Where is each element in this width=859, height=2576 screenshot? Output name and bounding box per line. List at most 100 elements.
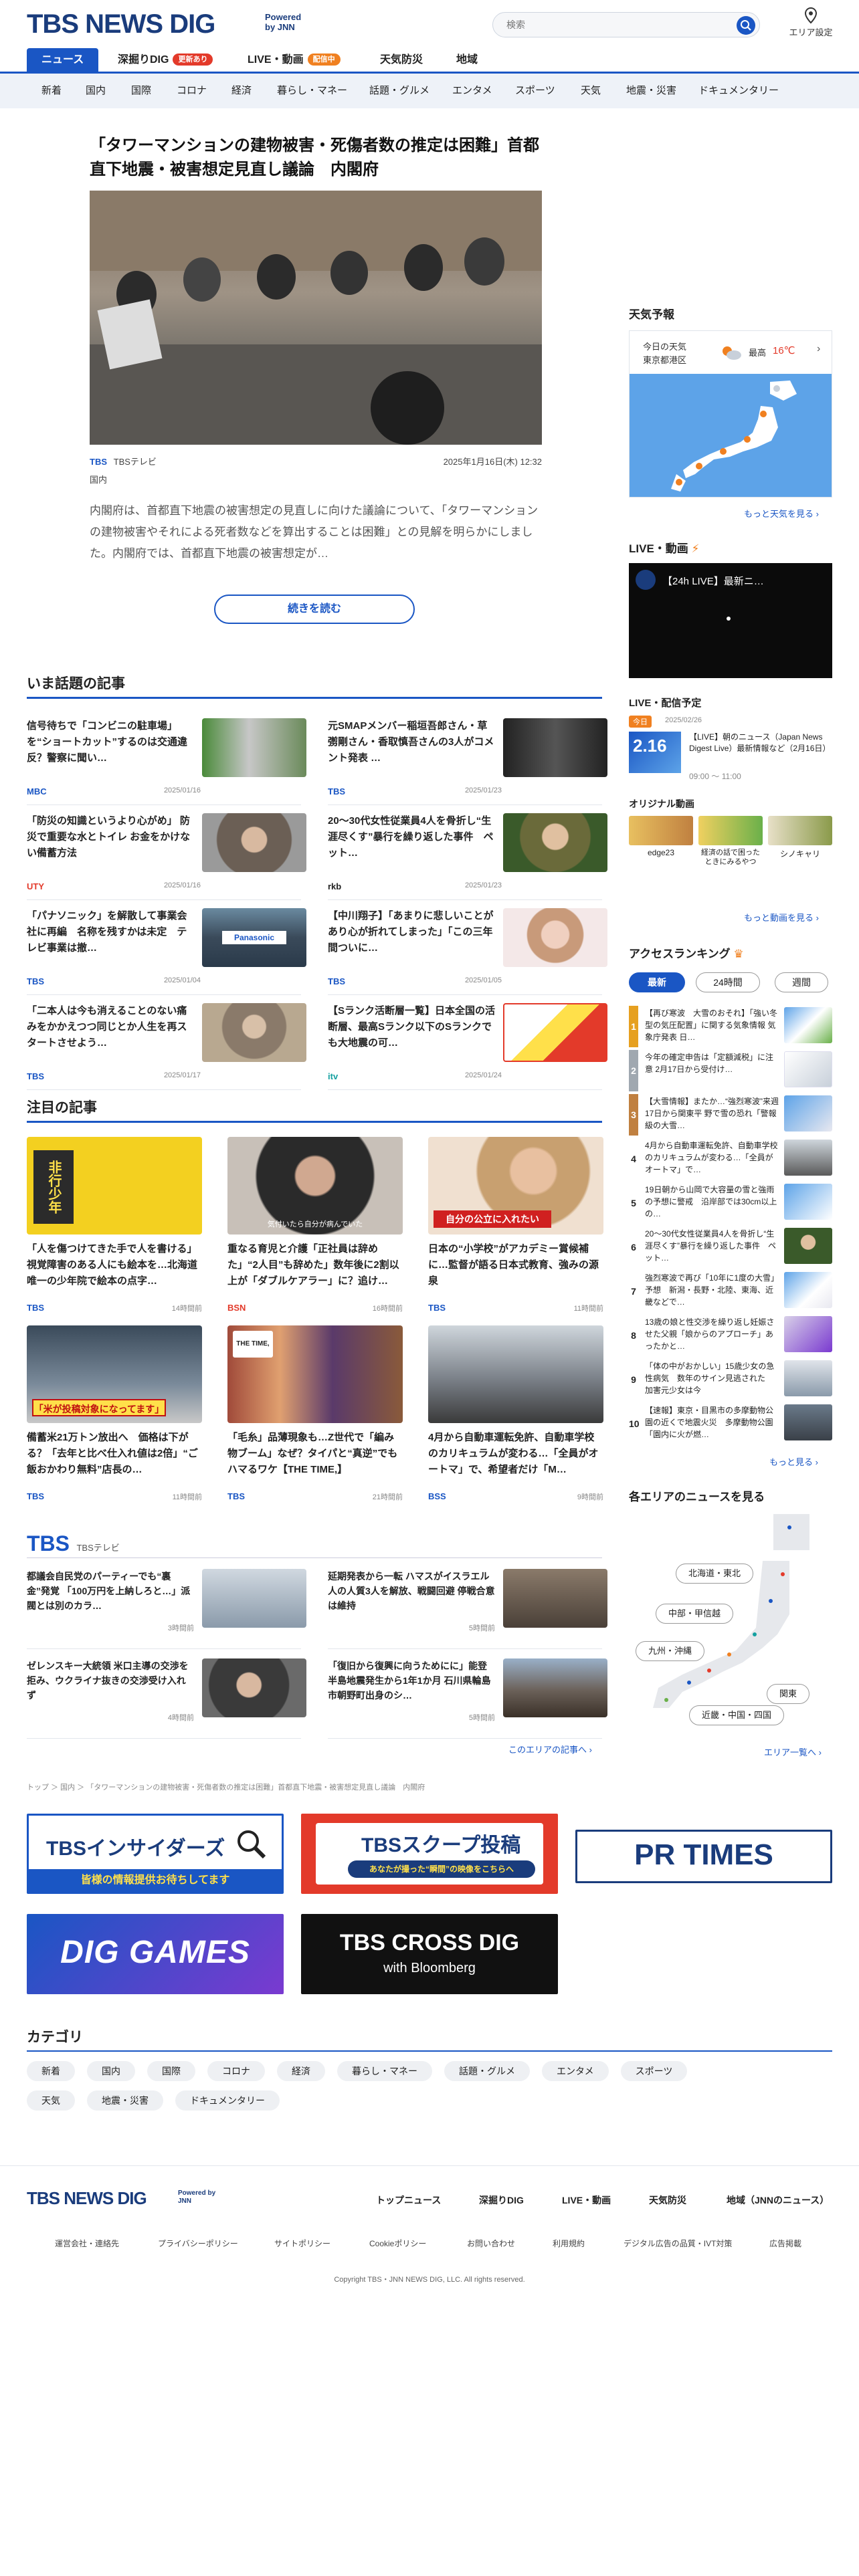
featured-card[interactable]: THE TIME, 「毛糸」品薄現象も…Z世代で「編み物ブーム」なぜ？タイパと“… — [227, 1325, 403, 1526]
featured-card[interactable]: 4月から自動車運転免許、自動車学校のカリキュラムが変わる…「全員がオートマ」で、… — [428, 1325, 603, 1526]
nav-deep-dig[interactable]: 深掘りDIG 更新あり — [118, 48, 213, 72]
featured-card[interactable]: 「米が投稿対象になってます」 備蓄米21万トン放出へ 価格は下がる？「去年と比べ… — [27, 1325, 202, 1526]
nav-live[interactable]: LIVE・動画 配信中 — [248, 48, 341, 72]
ranking-item[interactable]: 7 強烈寒波で再び「10年に1度の大雪」予想 新潟・長野・北陸、東海、近畿などで… — [629, 1271, 832, 1312]
category-chip[interactable]: ドキュメンタリー — [175, 2090, 280, 2111]
category-chip[interactable]: 話題・グルメ — [444, 2061, 530, 2081]
subnav-entertainment[interactable]: エンタメ — [452, 74, 492, 108]
breadcrumb[interactable]: トップ ＞ 国内 ＞ 「タワーマンションの建物被害・死傷者数の推定は困難」首都直… — [27, 1782, 602, 1792]
banner-cross-dig[interactable]: TBS CROSS DIG with Bloomberg — [301, 1914, 558, 1994]
list-item[interactable]: 「復旧から復興に向うためにに」能登半島地震発生から1年1か月 石川県輪島市朝野町… — [328, 1658, 607, 1739]
area-list-link[interactable]: エリア一覧へ › — [764, 1745, 822, 1758]
category-chip[interactable]: 暮らし・マネー — [337, 2061, 432, 2081]
footer-link[interactable]: お問い合わせ — [467, 2238, 515, 2249]
list-item[interactable]: 「パナソニック」を解散して事業会社に再編 名称を残すかは未定 テレビ事業は撤… … — [27, 908, 306, 995]
original-video[interactable]: シノキャリ — [768, 816, 832, 859]
category-chip[interactable]: 地震・災害 — [87, 2090, 163, 2111]
banner-insiders[interactable]: TBSインサイダーズ 皆様の情報提供お待ちしてます — [27, 1814, 284, 1894]
featured-card[interactable]: 自分の公立に入れたい 日本の“小学校”がアカデミー賞候補に…監督が語る日本式教育… — [428, 1137, 603, 1337]
live-player[interactable]: 【24h LIVE】最新ニ… — [629, 563, 832, 678]
ranking-more-link[interactable]: もっと見る › — [769, 1455, 818, 1468]
ranking-tab-latest[interactable]: 最新 — [629, 972, 685, 992]
list-item[interactable]: 都議会自民党のパーティーでも“裏金”発覚 「100万円を上納しろと…」派閥とは別… — [27, 1569, 306, 1649]
footer-nav-weather[interactable]: 天気防災 — [649, 2193, 686, 2207]
area-button-chubu[interactable]: 中部・甲信越 — [656, 1604, 734, 1624]
subnav-life-money[interactable]: 暮らし・マネー — [277, 74, 347, 108]
weather-widget[interactable]: 今日の天気 東京都港区 最高 16℃ › — [629, 330, 832, 498]
banner-dig-games[interactable]: DIG GAMES — [27, 1914, 284, 1994]
original-video[interactable]: 経済の話で困ったときにみるやつ — [698, 816, 763, 867]
ranking-item[interactable]: 4 4月から自動車運転免許、自動車学校のカリキュラムが変わる…「全員がオートマ」で… — [629, 1138, 832, 1180]
schedule-item[interactable]: 今日 2025/02/26 2.16 【LIVE】朝のニュース（Japan Ne… — [629, 716, 832, 785]
list-item[interactable]: 延期発表から一転 ハマスがイスラエル人の人質3人を解放、戦闘回避 停戦合意は維持… — [328, 1569, 607, 1649]
subnav-corona[interactable]: コロナ — [177, 74, 207, 108]
article-title[interactable]: 「タワーマンションの建物被害・死傷者数の推定は困難」首都直下地震・被害想定見直し… — [90, 134, 545, 182]
nav-region[interactable]: 地域 — [456, 48, 478, 72]
footer-nav-dig[interactable]: 深掘りDIG — [479, 2193, 524, 2207]
ranking-item[interactable]: 1 【再び寒波 大雪のおそれ】「強い冬型の気圧配置」に関する気象情報 気象庁発表 … — [629, 1006, 832, 1047]
footer-nav-region[interactable]: 地域（JNNのニュース） — [727, 2193, 829, 2207]
area-articles-link[interactable]: このエリアの記事へ › — [508, 1743, 592, 1755]
list-item[interactable]: 「防災の知識というより心がめ」 防災で重要な水とトイレ お金をかけない備蓄方法 … — [27, 813, 306, 900]
ranking-item[interactable]: 3 【大雪情報】またか…“強烈寒波”来週17日から関東平 野で雪の恐れ「警報級の大… — [629, 1094, 832, 1136]
subnav-documentary[interactable]: ドキュメンタリー — [698, 74, 779, 108]
area-button-hokkaido-tohoku[interactable]: 北海道・東北 — [676, 1564, 754, 1584]
list-item[interactable]: ゼレンスキー大統領 米口主導の交渉を拒み、ウクライナ抜きの交渉受け入れず 4時間… — [27, 1658, 306, 1739]
footer-link[interactable]: Cookieポリシー — [369, 2238, 426, 2249]
category-chip[interactable]: 国際 — [147, 2061, 195, 2081]
search-input[interactable] — [493, 13, 707, 37]
list-item[interactable]: 元SMAPメンバー稲垣吾郎さん・草彅剛さん・香取慎吾さんの3人がコメント発表 …… — [328, 718, 607, 805]
footer-logo[interactable]: TBS NEWS DIG — [27, 2188, 147, 2209]
area-setting-button[interactable]: エリア設定 — [784, 7, 838, 38]
banner-scoop[interactable]: TBSスクープ投稿 あなたが撮った“瞬間”の映像をこちらへ — [301, 1814, 558, 1894]
footer-link[interactable]: 利用規約 — [553, 2238, 585, 2249]
list-item[interactable]: 【中川翔子】「あまりに悲しいことがあり心が折れてしまった」「この三年間ついに… … — [328, 908, 607, 995]
ranking-item[interactable]: 2 今年の確定申告は「定額減税」に注意 2月17日から受付け… — [629, 1050, 832, 1091]
footer-link[interactable]: プライバシーポリシー — [158, 2238, 238, 2249]
ranking-item[interactable]: 9 「体の中がおかしい」15歳少女の急性病気 数年のサイン見逃された 加害元少女は… — [629, 1359, 832, 1400]
category-chip[interactable]: コロナ — [207, 2061, 265, 2081]
ranking-item[interactable]: 6 20〜30代女性従業員4人を骨折し“生涯尽くす”暴行を繰り返した事件 ペット… — [629, 1226, 832, 1268]
subnav-sports[interactable]: スポーツ — [515, 74, 555, 108]
ranking-tab-weekly[interactable]: 週間 — [775, 972, 828, 992]
category-chip[interactable]: 新着 — [27, 2061, 75, 2081]
original-video[interactable]: edge23 — [629, 816, 693, 857]
area-button-kinki[interactable]: 近畿・中国・四国 — [689, 1705, 785, 1725]
footer-nav-top[interactable]: トップニュース — [376, 2193, 441, 2207]
footer-link[interactable]: 広告掲載 — [769, 2238, 801, 2249]
subnav-weather[interactable]: 天気 — [581, 74, 601, 108]
site-logo[interactable]: TBS NEWS DIG — [27, 9, 215, 39]
category-chip[interactable]: スポーツ — [620, 2061, 688, 2081]
list-item[interactable]: 「二本人は今も消えることのない痛みをかかえつつ同じとか人生を再スタートさせよう…… — [27, 1003, 306, 1090]
list-item[interactable]: 【Sランク活断層一覧】日本全国の活断層、最高Sランク以下のSランクでも大地震の可… — [328, 1003, 607, 1090]
ranking-item[interactable]: 5 19日朝から山岡で大容量の雪と強雨の予想に警戒 沿岸部では30cm以上の… — [629, 1182, 832, 1224]
article-hero-image[interactable] — [90, 191, 542, 445]
footer-link[interactable]: デジタル広告の品質・IVT対策 — [624, 2238, 732, 2249]
weather-map[interactable] — [630, 374, 832, 497]
nav-weather[interactable]: 天気防災 — [380, 48, 423, 72]
area-button-kanto[interactable]: 関東 — [767, 1684, 810, 1704]
subnav-gourmet[interactable]: 話題・グルメ — [369, 74, 430, 108]
ranking-item[interactable]: 10 【速報】東京・目黒市の多摩動物公園の近くで地震火災 多摩動物公園「園内に火が… — [629, 1403, 832, 1444]
search-box[interactable] — [492, 12, 760, 37]
subnav-new[interactable]: 新着 — [41, 74, 62, 108]
category-chip[interactable]: 国内 — [87, 2061, 135, 2081]
list-item[interactable]: 信号待ちで「コンビニの駐車場」を“ショートカット”するのは交通違反？警察に聞い…… — [27, 718, 306, 805]
article-category[interactable]: 国内 — [90, 473, 542, 486]
featured-card[interactable]: 気付いたら自分が病んでいた 重なる育児と介護「正社員は辞めた」“2人目”も辞めた… — [227, 1137, 403, 1337]
read-more-button[interactable]: 続きを読む — [214, 595, 415, 624]
subnav-domestic[interactable]: 国内 — [86, 74, 106, 108]
subnav-intl[interactable]: 国際 — [131, 74, 151, 108]
banner-prtimes[interactable]: PR TIMES — [575, 1830, 832, 1883]
category-chip[interactable]: エンタメ — [542, 2061, 609, 2081]
ranking-tab-24h[interactable]: 24時間 — [696, 972, 760, 992]
subnav-economy[interactable]: 経済 — [231, 74, 252, 108]
nav-news[interactable]: ニュース — [27, 48, 99, 72]
video-more-link[interactable]: もっと動画を見る › — [744, 911, 819, 924]
footer-nav-live[interactable]: LIVE・動画 — [562, 2193, 611, 2207]
footer-link[interactable]: サイトポリシー — [274, 2238, 330, 2249]
footer-link[interactable]: 運営会社・連絡先 — [55, 2238, 119, 2249]
subnav-quake[interactable]: 地震・災害 — [626, 74, 676, 108]
list-item[interactable]: 20〜30代女性従業員4人を骨折し“生涯尽くす”暴行を繰り返した事件 ペット… … — [328, 813, 607, 900]
ranking-item[interactable]: 8 13歳の娘と性交渉を繰り返し妊娠させた父親「娘からのアプローチ」あったかと… — [629, 1315, 832, 1356]
